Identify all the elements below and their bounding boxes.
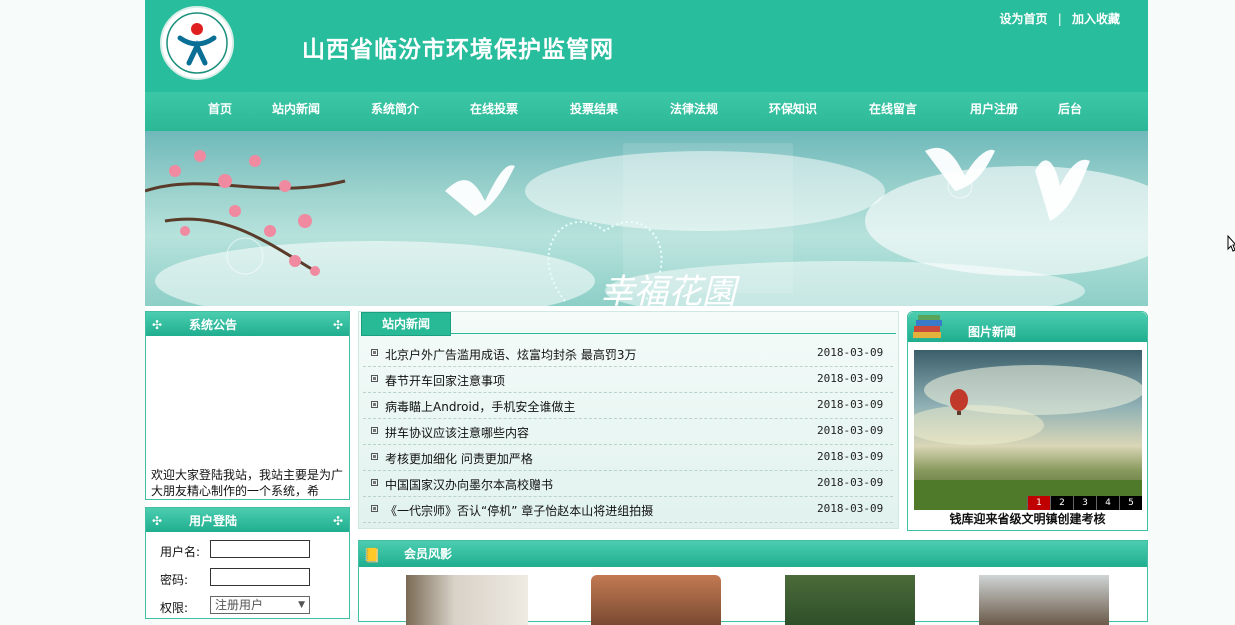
nav-admin[interactable]: 后台: [1058, 92, 1082, 131]
image-pager: 1 2 3 4 5: [1027, 496, 1142, 510]
notice-panel-header: ✣ 系统公告 ✣: [146, 312, 349, 336]
leaf-deco-icon: ✣: [332, 318, 343, 332]
username-input[interactable]: [210, 540, 310, 558]
news-item[interactable]: 北京户外广告滥用成语、炫富均封杀 最高罚3万 2018-03-09: [363, 340, 893, 367]
pager-item-5[interactable]: 5: [1119, 496, 1142, 510]
bullet-icon: [371, 479, 378, 486]
login-title: 用户登陆: [189, 514, 238, 528]
header: 山西省临汾市环境保护监管网 设为首页 | 加入收藏: [145, 0, 1148, 92]
news-title[interactable]: 中国国家汉办向墨尔本高校赠书: [385, 476, 553, 493]
news-title[interactable]: 考核更加细化 问责更加严格: [385, 450, 533, 467]
site-title: 山西省临汾市环境保护监管网: [302, 36, 614, 63]
news-date: 2018-03-09: [817, 398, 884, 411]
leaf-deco-icon: ✣: [332, 514, 343, 528]
news-title[interactable]: 拼车协议应该注意哪些内容: [385, 424, 529, 441]
member-photo[interactable]: [591, 575, 721, 625]
nav-register[interactable]: 用户注册: [970, 92, 1018, 131]
book-icon: 📒: [363, 548, 381, 564]
username-label: 用户名:: [160, 545, 201, 559]
news-date: 2018-03-09: [817, 424, 884, 437]
login-panel: ✣ 用户登陆 ✣ 用户名: 密码: 权限: 注册用户 ▼: [145, 507, 350, 619]
nav-guestbook[interactable]: 在线留言: [869, 92, 917, 131]
news-date: 2018-03-09: [817, 476, 884, 489]
tab-divider: [449, 333, 896, 334]
news-title[interactable]: 北京户外广告滥用成语、炫富均封杀 最高罚3万: [385, 346, 636, 363]
bullet-icon: [371, 349, 378, 356]
nav-laws[interactable]: 法律法规: [670, 92, 718, 131]
pager-item-3[interactable]: 3: [1073, 496, 1096, 510]
news-item[interactable]: 考核更加细化 问责更加严格 2018-03-09: [363, 444, 893, 471]
add-favorite-link[interactable]: 加入收藏: [1072, 12, 1120, 26]
nav-site-news[interactable]: 站内新闻: [272, 92, 320, 131]
logo-emblem-icon: [166, 12, 228, 74]
news-title[interactable]: 《一代宗师》否认“停机” 章子怡赵本山将进组拍摄: [385, 502, 653, 519]
nav-vote-results[interactable]: 投票结果: [570, 92, 618, 131]
news-date: 2018-03-09: [817, 502, 884, 515]
news-date: 2018-03-09: [817, 346, 884, 359]
picture-news-image[interactable]: 1 2 3 4 5: [914, 350, 1142, 510]
picture-news-header: 图片新闻: [908, 312, 1147, 342]
banner-graphic: 幸福花園: [145, 143, 1148, 306]
bullet-icon: [371, 453, 378, 460]
mouse-cursor-icon: [1227, 235, 1235, 252]
bullet-icon: [371, 401, 378, 408]
picture-news-caption[interactable]: 钱库迎来省级文明镇创建考核: [908, 510, 1147, 527]
main-nav: 首页 站内新闻 系统简介 在线投票 投票结果 法律法规 环保知识 在线留言 用户…: [145, 92, 1148, 131]
member-photo[interactable]: [785, 575, 915, 625]
notice-title: 系统公告: [189, 318, 238, 332]
picture-news-panel: 图片新闻 1 2 3 4 5 钱库迎来省级文明镇创建考核: [907, 311, 1148, 531]
page: 山西省临汾市环境保护监管网 设为首页 | 加入收藏 首页 站内新闻 系统简介 在…: [145, 0, 1148, 625]
notice-panel: ✣ 系统公告 ✣ 欢迎大家登陆我站，我站主要是为广大朋友精心制作的一个系统，希: [145, 311, 350, 500]
news-item[interactable]: 中国国家汉办向墨尔本高校赠书 2018-03-09: [363, 470, 893, 497]
banner-text: 幸福花園: [600, 272, 740, 306]
site-news-panel: 站内新闻 北京户外广告滥用成语、炫富均封杀 最高罚3万 2018-03-09 春节…: [358, 311, 899, 529]
leaf-deco-icon: ✣: [152, 318, 163, 332]
members-title: 会员风影: [404, 547, 453, 561]
news-item[interactable]: 病毒瞄上Android，手机安全谁做主 2018-03-09: [363, 392, 893, 419]
top-links: 设为首页 | 加入收藏: [1000, 10, 1120, 27]
news-date: 2018-03-09: [817, 372, 884, 385]
password-label: 密码:: [160, 573, 189, 587]
role-select[interactable]: 注册用户 ▼: [210, 596, 310, 614]
news-item[interactable]: 拼车协议应该注意哪些内容 2018-03-09: [363, 418, 893, 445]
role-label: 权限:: [160, 601, 189, 615]
site-logo: [160, 6, 234, 80]
banner: 幸福花園: [145, 131, 1148, 306]
login-panel-header: ✣ 用户登陆 ✣: [146, 508, 349, 532]
news-title[interactable]: 病毒瞄上Android，手机安全谁做主: [385, 398, 575, 415]
books-icon: [910, 312, 948, 344]
pager-item-1[interactable]: 1: [1027, 496, 1050, 510]
news-item[interactable]: 《一代宗师》否认“停机” 章子怡赵本山将进组拍摄 2018-03-09: [363, 496, 893, 523]
nav-online-vote[interactable]: 在线投票: [470, 92, 518, 131]
bullet-icon: [371, 375, 378, 382]
set-homepage-link[interactable]: 设为首页: [1000, 12, 1048, 26]
pager-item-4[interactable]: 4: [1096, 496, 1119, 510]
news-item[interactable]: 春节开车回家注意事项 2018-03-09: [363, 366, 893, 393]
picture-news-title: 图片新闻: [968, 325, 1017, 339]
news-title[interactable]: 春节开车回家注意事项: [385, 372, 505, 389]
bullet-icon: [371, 505, 378, 512]
chevron-down-icon: ▼: [298, 600, 305, 610]
password-input[interactable]: [210, 568, 310, 586]
nav-eco-knowledge[interactable]: 环保知识: [769, 92, 817, 131]
member-photo[interactable]: [406, 575, 528, 625]
members-header: 📒 会员风影: [359, 541, 1147, 567]
bullet-icon: [371, 427, 378, 434]
news-date: 2018-03-09: [817, 450, 884, 463]
nav-system-intro[interactable]: 系统简介: [371, 92, 419, 131]
balloon-landscape-image: [914, 365, 1142, 510]
member-photo[interactable]: [979, 575, 1109, 625]
leaf-deco-icon: ✣: [152, 514, 163, 528]
top-links-separator: |: [1057, 12, 1062, 26]
notice-text: 欢迎大家登陆我站，我站主要是为广大朋友精心制作的一个系统，希: [151, 468, 343, 497]
site-news-tab[interactable]: 站内新闻: [361, 312, 451, 336]
nav-home[interactable]: 首页: [208, 92, 232, 131]
pager-item-2[interactable]: 2: [1050, 496, 1073, 510]
